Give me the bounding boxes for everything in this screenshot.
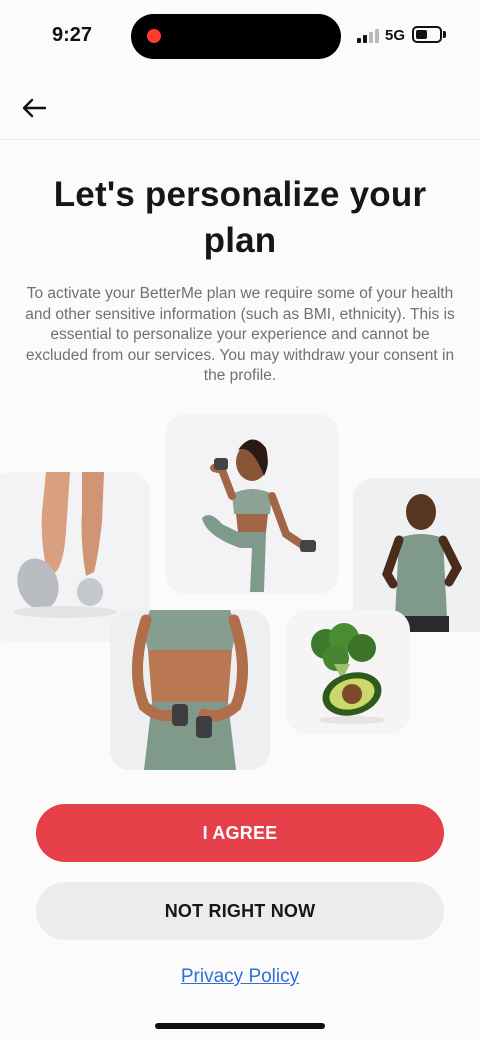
signal-icon [357, 29, 379, 43]
man-running-image [353, 478, 480, 632]
home-indicator [155, 1023, 325, 1029]
not-right-now-button[interactable]: NOT RIGHT NOW [36, 882, 444, 940]
battery-icon [412, 26, 442, 43]
consent-screen: 9:27 5G Let's personalize your plan To a… [0, 0, 480, 1040]
dynamic-island [131, 14, 341, 59]
status-bar: 9:27 5G [0, 0, 480, 70]
woman-dumbbells-image [166, 414, 338, 594]
network-type: 5G [385, 27, 406, 44]
back-button[interactable] [14, 88, 54, 128]
page-title: Let's personalize your plan [53, 175, 427, 260]
broccoli-avocado-image [286, 610, 410, 734]
consent-description: To activate your BetterMe plan we requir… [25, 285, 455, 384]
status-time: 9:27 [52, 24, 93, 46]
agree-button[interactable]: I AGREE [36, 804, 444, 862]
nav-bar [0, 78, 480, 140]
torso-dumbbells-image [110, 610, 270, 770]
recording-dot-icon [147, 29, 161, 43]
arrow-left-icon [22, 98, 47, 118]
privacy-policy-link[interactable]: Privacy Policy [0, 966, 480, 988]
